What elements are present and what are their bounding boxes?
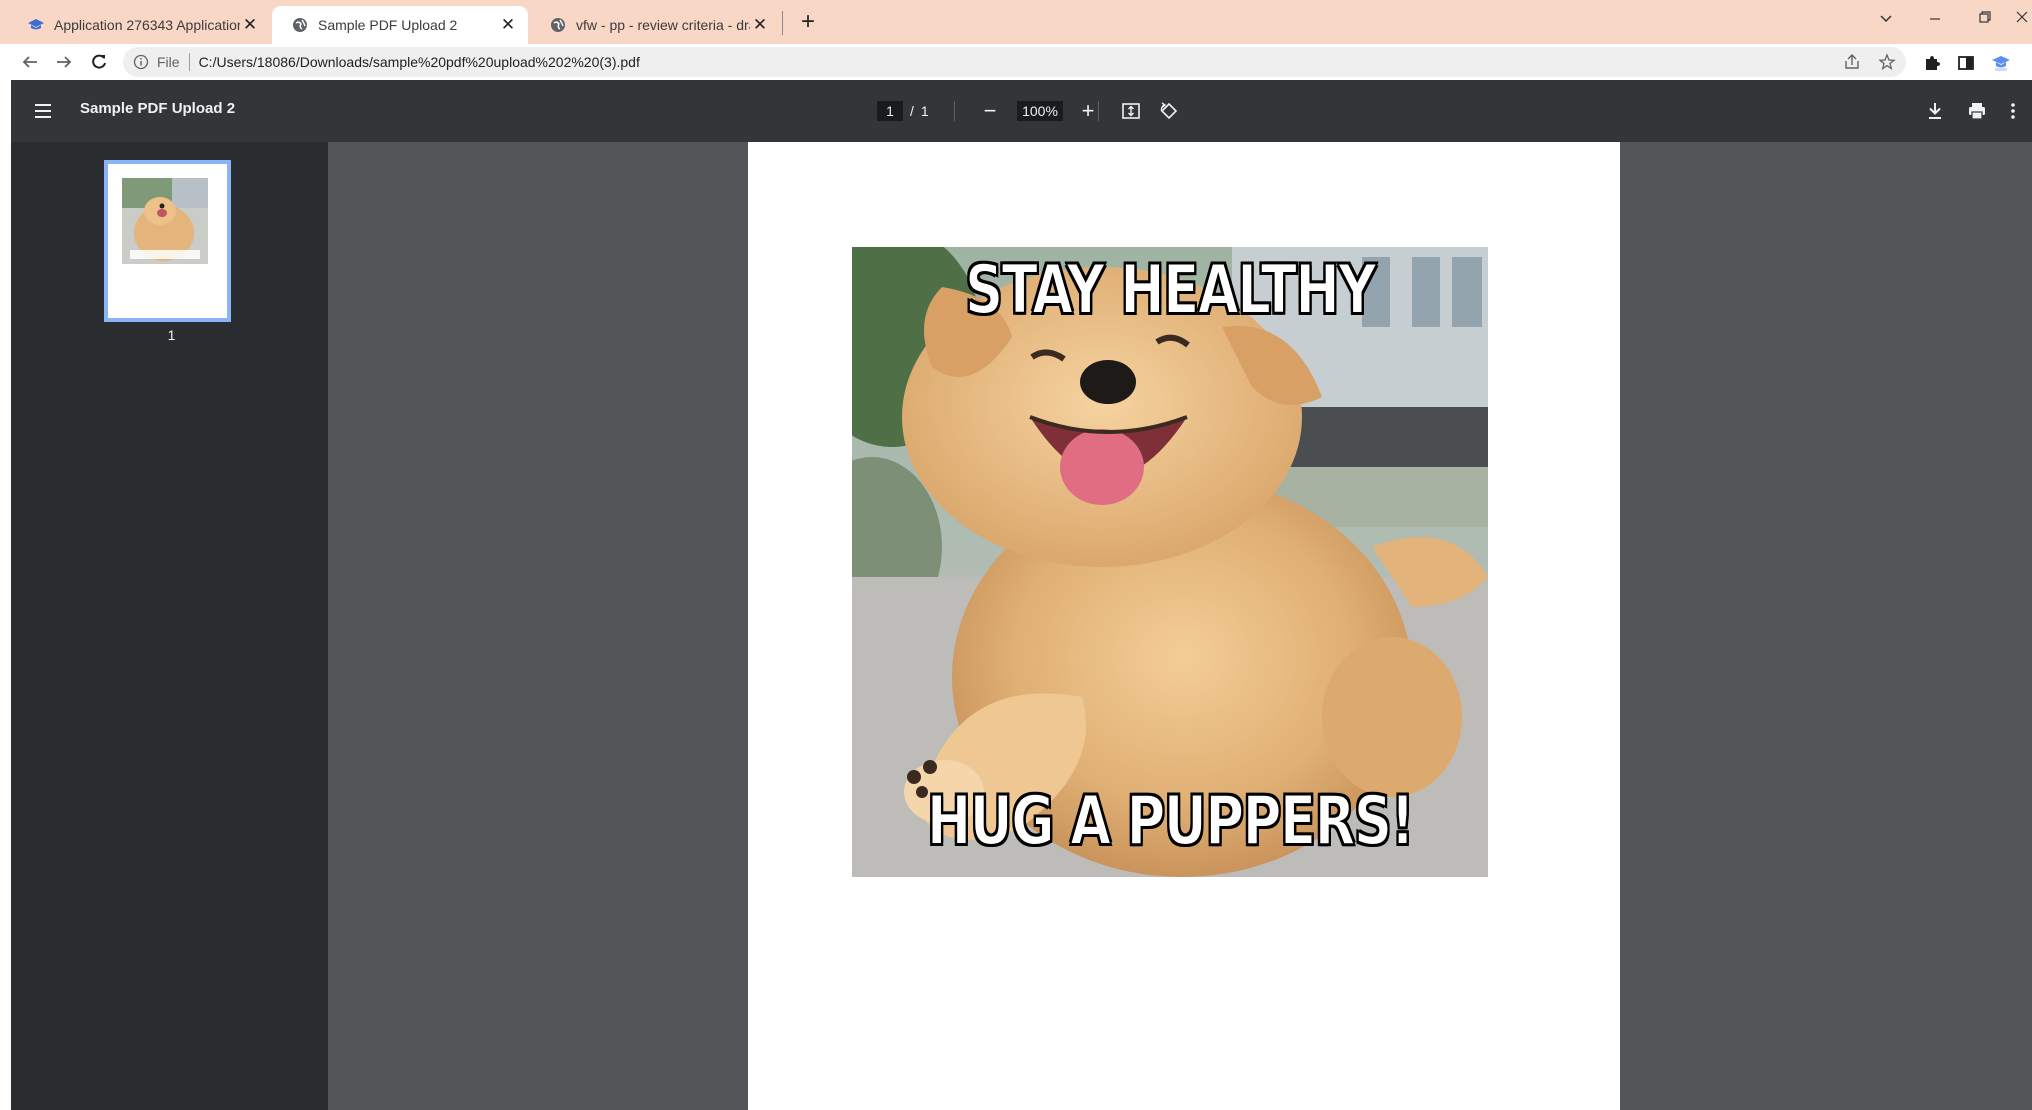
page-thumbnail[interactable]: [104, 160, 231, 322]
page-total: 1: [920, 103, 929, 119]
toolbar-divider: [1098, 80, 1099, 142]
info-icon[interactable]: [133, 54, 149, 70]
print-button[interactable]: [1964, 80, 1990, 142]
print-icon[interactable]: [1964, 98, 1990, 124]
meme-bottom-text: HUG A PUPPERS!: [926, 781, 1415, 862]
address-divider: [188, 53, 190, 71]
zoom-level-input[interactable]: 100%: [1017, 101, 1063, 121]
tab-search-chevron-icon[interactable]: [1871, 7, 1901, 33]
scheme-label: File: [157, 54, 180, 70]
back-arrow-icon[interactable]: [16, 48, 44, 76]
bookmark-star-icon[interactable]: [1877, 52, 1897, 72]
document-title: Sample PDF Upload 2: [80, 100, 236, 117]
url-text[interactable]: C:/Users/18086/Downloads/sample%20pdf%20…: [199, 54, 640, 70]
close-icon[interactable]: ✕: [750, 15, 770, 35]
pdf-toolbar: Sample PDF Upload 2 1 / 1 − 100% +: [11, 80, 2032, 142]
puppy-meme-image: STAY HEALTHY HUG A PUPPERS!: [852, 247, 1488, 877]
profile-avatar[interactable]: [1990, 52, 2012, 74]
close-icon[interactable]: ✕: [240, 15, 260, 35]
forward-arrow-icon[interactable]: [50, 48, 78, 76]
zoom-out-button[interactable]: −: [977, 98, 1003, 124]
fit-to-page-icon[interactable]: [1118, 98, 1144, 124]
globe-icon: [550, 17, 566, 33]
close-window-icon[interactable]: [2012, 7, 2032, 33]
thumbnail-image: [122, 178, 208, 264]
download-icon[interactable]: [1922, 98, 1948, 124]
page-number-input[interactable]: 1: [877, 101, 903, 121]
menu-icon[interactable]: [31, 99, 55, 123]
tab-title: vfw - pp - review criteria - draft: [576, 17, 750, 33]
toolbar-divider: [954, 80, 955, 142]
close-icon[interactable]: ✕: [498, 15, 518, 35]
side-panel-icon[interactable]: [1955, 52, 1977, 74]
pdf-viewer-area[interactable]: STAY HEALTHY HUG A PUPPERS!: [328, 142, 2032, 1110]
globe-icon: [292, 17, 308, 33]
pdf-page: STAY HEALTHY HUG A PUPPERS!: [748, 142, 1620, 1110]
page-separator: /: [910, 103, 914, 119]
tab-vfw-review[interactable]: vfw - pp - review criteria - draft ✕: [530, 6, 780, 44]
window-left-edge: [0, 80, 11, 1110]
zoom-controls: − 100% +: [977, 80, 1101, 142]
minimize-icon[interactable]: [1920, 7, 1950, 33]
more-actions-button[interactable]: [2003, 80, 2023, 142]
tab-title: Sample PDF Upload 2: [318, 17, 458, 33]
thumbnail-page-number: 1: [167, 327, 176, 343]
meme-top-text: STAY HEALTHY: [964, 250, 1377, 331]
rotate-icon[interactable]: [1156, 98, 1182, 124]
browser-toolbar: File C:/Users/18086/Downloads/sample%20p…: [0, 44, 2032, 80]
new-tab-button[interactable]: +: [795, 9, 821, 35]
tab-strip: Application 276343 Application ✕ Sample …: [0, 0, 2032, 44]
thumbnail-sidebar: 1: [11, 142, 328, 1110]
page-controls: 1 / 1: [877, 80, 929, 142]
download-button[interactable]: [1922, 80, 1948, 142]
extensions-puzzle-icon[interactable]: [1921, 52, 1943, 74]
tab-divider: [782, 11, 783, 35]
graduation-cap-icon: [28, 17, 44, 33]
address-bar[interactable]: File C:/Users/18086/Downloads/sample%20p…: [123, 47, 1906, 77]
reload-icon[interactable]: [85, 48, 113, 76]
share-icon[interactable]: [1842, 52, 1862, 72]
tab-title: Application 276343 Application: [54, 17, 240, 33]
tab-sample-pdf[interactable]: Sample PDF Upload 2 ✕: [272, 6, 528, 44]
rotate-button[interactable]: [1156, 80, 1182, 142]
restore-icon[interactable]: [1970, 7, 2000, 33]
tab-application[interactable]: Application 276343 Application ✕: [8, 6, 270, 44]
more-vert-icon[interactable]: [2003, 98, 2023, 124]
fit-page-button[interactable]: [1118, 80, 1144, 142]
